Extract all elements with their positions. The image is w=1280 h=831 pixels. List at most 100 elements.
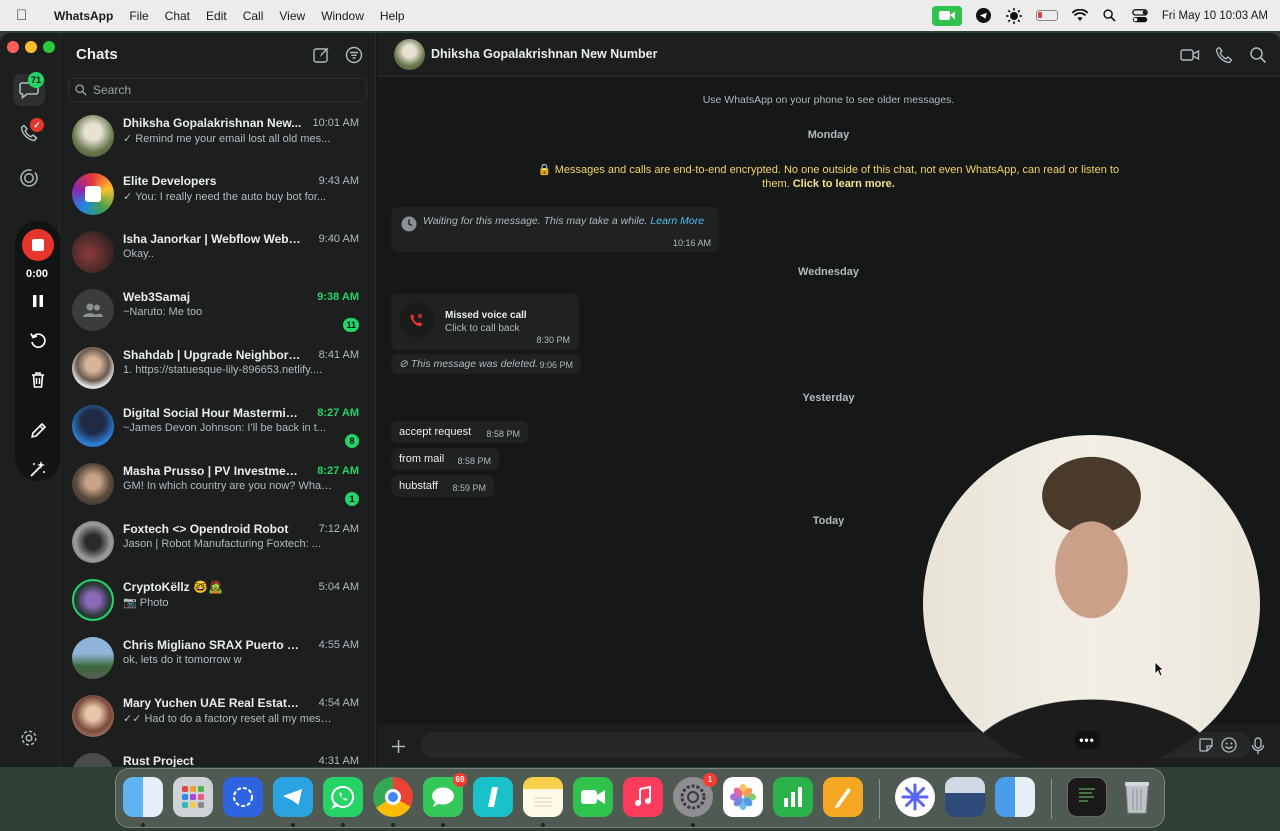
telegram-status-icon[interactable] bbox=[976, 8, 992, 24]
music-app-icon[interactable] bbox=[623, 777, 663, 817]
menu-view[interactable]: View bbox=[271, 9, 313, 23]
telegram-app-icon[interactable] bbox=[273, 777, 313, 817]
conversation-header[interactable]: Dhiksha Gopalakrishnan New Number bbox=[377, 33, 1280, 77]
preview-app-icon[interactable] bbox=[945, 777, 985, 817]
chat-item-masha[interactable]: Masha Prusso | PV Investments... 8:27 AM… bbox=[60, 457, 376, 515]
mouse-cursor-icon bbox=[1154, 661, 1164, 677]
messages-app-icon[interactable]: 69 bbox=[423, 773, 467, 817]
webcam-overlay[interactable] bbox=[923, 435, 1260, 767]
sticker-icon[interactable] bbox=[1199, 738, 1213, 752]
chat-item-shahdab[interactable]: Shahdab | Upgrade Neighborgo... 8:41 AM … bbox=[60, 341, 376, 399]
search-in-chat-icon[interactable] bbox=[1249, 46, 1267, 64]
zoom-window-button[interactable] bbox=[43, 41, 55, 53]
chat-name: Foxtech <> Opendroid Robot bbox=[123, 522, 289, 536]
finder-window-icon[interactable] bbox=[995, 777, 1035, 817]
pause-recording-button[interactable] bbox=[26, 289, 50, 313]
menu-edit[interactable]: Edit bbox=[198, 9, 235, 23]
chat-search-bar[interactable] bbox=[68, 78, 367, 102]
chat-item-cryptokellz[interactable]: CryptoKëllz 🤓🧟 5:04 AM 📷 Photo bbox=[60, 573, 376, 631]
messages-badge: 69 bbox=[453, 773, 467, 787]
more-options-button[interactable]: ••• bbox=[1074, 731, 1100, 749]
menu-chat[interactable]: Chat bbox=[157, 9, 198, 23]
signal-app-icon[interactable] bbox=[223, 777, 263, 817]
notes-app-icon[interactable] bbox=[523, 777, 563, 817]
delete-recording-button[interactable] bbox=[26, 367, 50, 391]
message-text: from mail bbox=[399, 453, 445, 465]
microphone-icon[interactable] bbox=[1251, 737, 1265, 755]
emoji-icon[interactable] bbox=[1221, 737, 1237, 753]
wifi-icon[interactable] bbox=[1071, 8, 1088, 24]
apple-menu-icon[interactable]:  bbox=[16, 7, 36, 24]
draw-tool-button[interactable] bbox=[26, 418, 50, 442]
attach-plus-icon[interactable] bbox=[391, 739, 406, 754]
control-center-icon[interactable] bbox=[1132, 8, 1148, 24]
new-chat-icon[interactable] bbox=[312, 46, 330, 64]
stop-recording-button[interactable] bbox=[22, 229, 54, 261]
missed-call-bubble[interactable]: Missed voice call Click to call back 8:3… bbox=[391, 294, 579, 350]
chrome-app-icon[interactable] bbox=[373, 777, 413, 817]
facetime-app-icon[interactable] bbox=[573, 777, 613, 817]
voice-call-icon[interactable] bbox=[1215, 46, 1233, 64]
settings-nav-button[interactable] bbox=[13, 722, 45, 754]
pages-app-icon[interactable] bbox=[823, 777, 863, 817]
message-time: 8:58 PM bbox=[457, 456, 491, 466]
chat-preview: Okay.. bbox=[123, 248, 154, 260]
contact-avatar[interactable] bbox=[394, 39, 425, 70]
finder-icon[interactable] bbox=[123, 777, 163, 817]
chat-name: Isha Janorkar | Webflow Web D... bbox=[123, 232, 303, 246]
chat-item-foxtech[interactable]: Foxtech <> Opendroid Robot 7:12 AM Jason… bbox=[60, 515, 376, 573]
menu-bar:  WhatsApp File Chat Edit Call View Wind… bbox=[0, 0, 1280, 31]
cursor-app-icon[interactable] bbox=[473, 777, 513, 817]
close-window-button[interactable] bbox=[7, 41, 19, 53]
effects-button[interactable] bbox=[26, 457, 50, 481]
menu-file[interactable]: File bbox=[121, 9, 156, 23]
message-bubble[interactable]: from mail 8:58 PM bbox=[391, 448, 499, 470]
day-separator: Wednesday bbox=[798, 266, 859, 278]
menu-app-name[interactable]: WhatsApp bbox=[46, 9, 121, 23]
chat-item-mary-yuchen[interactable]: Mary Yuchen UAE Real Estate :)... 4:54 A… bbox=[60, 689, 376, 747]
chats-nav-button[interactable]: 71 bbox=[13, 72, 45, 106]
numbers-app-icon[interactable] bbox=[773, 777, 813, 817]
message-input[interactable] bbox=[431, 736, 1071, 754]
chat-item-dhiksha[interactable]: Dhiksha Gopalakrishnan New... 10:01 AM ✓… bbox=[60, 109, 376, 167]
battery-icon[interactable] bbox=[1035, 10, 1058, 21]
missed-call-icon bbox=[399, 302, 435, 338]
message-bubble[interactable]: accept request 8:58 PM bbox=[391, 421, 528, 443]
brightness-icon[interactable] bbox=[1005, 7, 1022, 24]
chat-item-rust-project[interactable]: Rust Project 4:31 AM bbox=[60, 747, 376, 767]
menubar-clock[interactable]: Fri May 10 10:03 AM bbox=[1162, 10, 1268, 22]
restart-recording-button[interactable] bbox=[26, 328, 50, 352]
chat-item-isha[interactable]: Isha Janorkar | Webflow Web D... 9:40 AM… bbox=[60, 225, 376, 283]
encryption-notice[interactable]: 🔒 Messages and calls are end-to-end encr… bbox=[537, 163, 1120, 191]
perplexity-app-icon[interactable] bbox=[895, 777, 935, 817]
camera-in-use-icon[interactable] bbox=[931, 5, 962, 26]
video-call-icon[interactable] bbox=[1180, 46, 1200, 64]
menu-window[interactable]: Window bbox=[313, 9, 372, 23]
search-input[interactable] bbox=[93, 83, 353, 97]
status-nav-button[interactable] bbox=[13, 162, 45, 194]
encryption-learn-more-link[interactable]: Click to learn more. bbox=[793, 178, 895, 190]
minimize-window-button[interactable] bbox=[25, 41, 37, 53]
chat-item-web3samaj[interactable]: Web3Samaj 9:38 AM ~Naruto: Me too 11 bbox=[60, 283, 376, 341]
contact-name[interactable]: Dhiksha Gopalakrishnan New Number bbox=[431, 47, 657, 61]
chat-list-pane: Chats Dhiksha Gopalakrishnan New... 10:0… bbox=[60, 33, 376, 767]
learn-more-link[interactable]: Learn More bbox=[650, 215, 704, 227]
message-bubble[interactable]: hubstaff 8:59 PM bbox=[391, 475, 494, 497]
spotlight-search-icon[interactable] bbox=[1102, 8, 1118, 24]
status-icon bbox=[20, 169, 38, 187]
calls-nav-button[interactable]: ✓ bbox=[13, 117, 45, 149]
menu-call[interactable]: Call bbox=[235, 9, 272, 23]
chat-item-chris-migliano[interactable]: Chris Migliano SRAX Puerto Ric... 4:55 A… bbox=[60, 631, 376, 689]
launchpad-icon[interactable] bbox=[173, 777, 213, 817]
photos-app-icon[interactable] bbox=[723, 777, 763, 817]
message-time: 9:06 PM bbox=[539, 360, 573, 370]
terminal-document-icon[interactable] bbox=[1067, 777, 1107, 817]
filter-chats-icon[interactable] bbox=[345, 46, 363, 64]
system-settings-icon[interactable]: 1 bbox=[673, 773, 717, 817]
menu-help[interactable]: Help bbox=[372, 9, 413, 23]
whatsapp-app-icon[interactable] bbox=[323, 777, 363, 817]
trash-bin-icon[interactable] bbox=[1117, 777, 1157, 817]
chat-item-elite-developers[interactable]: Elite Developers 9:43 AM ✓ You: I really… bbox=[60, 167, 376, 225]
chat-item-digital-social-hour[interactable]: Digital Social Hour Mastermind... 8:27 A… bbox=[60, 399, 376, 457]
chat-time: 9:38 AM bbox=[317, 291, 359, 303]
